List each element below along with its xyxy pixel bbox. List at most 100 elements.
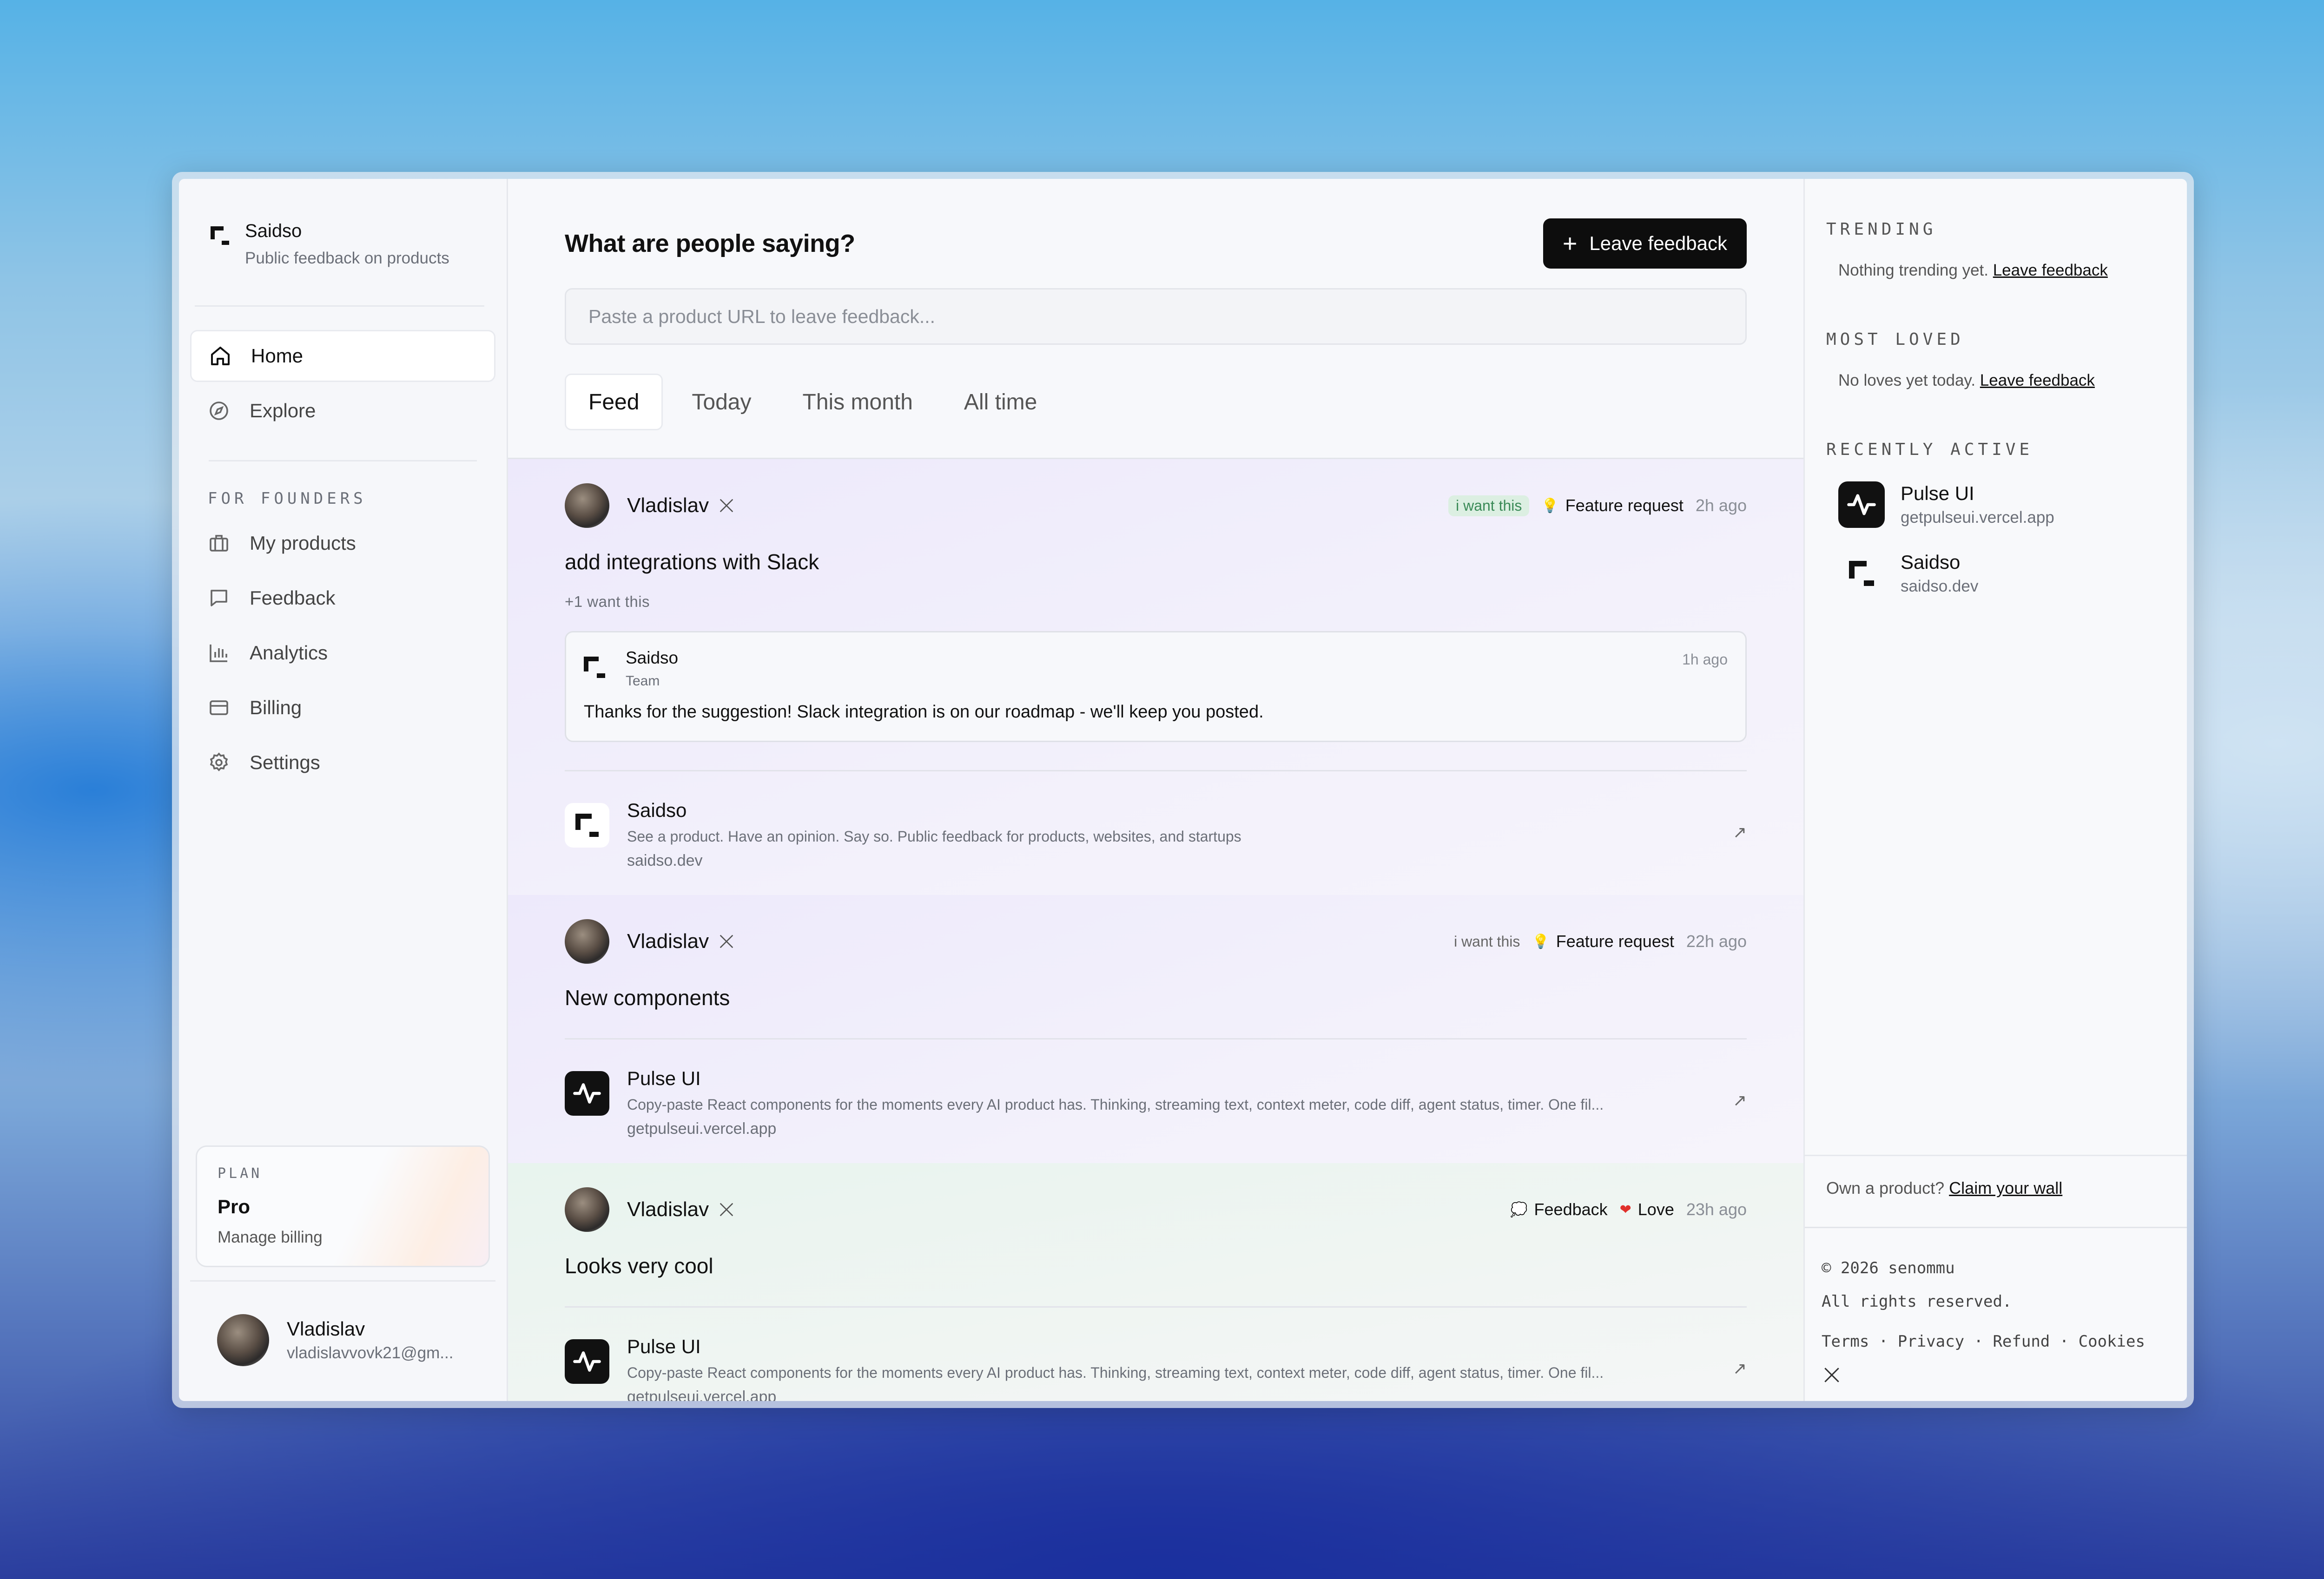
product-logo	[1838, 550, 1885, 597]
product-description: Copy-paste React components for the mome…	[627, 1096, 1604, 1113]
nav-item-explore[interactable]: Explore	[190, 385, 495, 437]
saidso-logo-icon	[584, 657, 605, 678]
recent-product-url: getpulseui.vercel.app	[1901, 508, 2054, 526]
leave-feedback-button[interactable]: + Leave feedback	[1543, 218, 1747, 269]
claim-text: Own a product?	[1826, 1178, 1945, 1197]
manage-billing-link[interactable]: Manage billing	[218, 1228, 468, 1247]
plan-card[interactable]: PLAN Pro Manage billing	[196, 1145, 490, 1267]
nav-item-home[interactable]: Home	[190, 330, 495, 382]
team-reply: Saidso Team 1h ago Thanks for the sugges…	[565, 631, 1747, 742]
external-arrow-icon[interactable]: ↗	[1733, 1091, 1747, 1110]
post-time: 23h ago	[1686, 1200, 1747, 1219]
pulse-icon	[573, 1083, 601, 1104]
rights-reserved: All rights reserved.	[1822, 1292, 2012, 1311]
trending-empty: Nothing trending yet. Leave feedback	[1838, 261, 2187, 280]
x-logo-icon[interactable]	[1822, 1365, 1842, 1385]
post-time: 22h ago	[1686, 932, 1747, 951]
recent-product[interactable]: Pulse UI getpulseui.vercel.app	[1838, 481, 2187, 528]
sidebar-divider	[209, 460, 477, 461]
nav-item-settings[interactable]: Settings	[190, 737, 495, 789]
post-category: Feature request	[1565, 496, 1684, 515]
x-logo-icon[interactable]	[717, 932, 736, 951]
footer: © 2026 senommu All rights reserved. Term…	[1805, 1227, 2187, 1397]
product-url: getpulseui.vercel.app	[627, 1120, 777, 1138]
plan-label: PLAN	[218, 1165, 263, 1182]
nav-label-explore: Explore	[250, 400, 316, 421]
product-name: Saidso	[627, 799, 687, 821]
user-profile[interactable]: Vladislav vladislavvovk21@gm...	[190, 1280, 495, 1366]
app-window: Saidso Public feedback on products Home …	[172, 172, 2194, 1408]
compass-icon	[210, 401, 228, 420]
nav-item-billing[interactable]: Billing	[190, 682, 495, 734]
founders-section-label: FOR FOUNDERS	[208, 489, 367, 508]
loved-leave-feedback-link[interactable]: Leave feedback	[1980, 371, 2095, 389]
product-logo	[1838, 481, 1885, 528]
post-author[interactable]: Vladislav	[627, 494, 709, 517]
external-arrow-icon[interactable]: ↗	[1733, 822, 1747, 842]
product-name: Pulse UI	[627, 1067, 701, 1089]
avatar	[565, 1187, 609, 1232]
claim-wall-cta: Own a product? Claim your wall	[1805, 1155, 2187, 1198]
want-this-button[interactable]: i want this	[1454, 933, 1520, 950]
most-loved-label: MOST LOVED	[1826, 330, 1964, 349]
tab-this-month[interactable]: This month	[780, 374, 935, 430]
reply-text: Thanks for the suggestion! Slack integra…	[584, 702, 1264, 722]
lightbulb-icon: 💡	[1541, 498, 1559, 513]
leave-feedback-label: Leave feedback	[1589, 232, 1727, 254]
external-arrow-icon[interactable]: ↗	[1733, 1359, 1747, 1378]
feed-post[interactable]: Vladislav i want this 💡 Feature request 2…	[508, 459, 1803, 895]
trending-empty-text: Nothing trending yet.	[1838, 261, 1988, 279]
feed-post[interactable]: Vladislav 💭 Feedback ❤ Love 23h ago Looks …	[508, 1163, 1803, 1401]
post-author[interactable]: Vladislav	[627, 930, 709, 953]
feed-post[interactable]: Vladislav i want this 💡 Feature request 2…	[508, 895, 1803, 1163]
product-link[interactable]: Pulse UI Copy-paste React components for…	[565, 1306, 1747, 1401]
product-description: Copy-paste React components for the mome…	[627, 1364, 1604, 1381]
product-link[interactable]: Saidso See a product. Have an opinion. S…	[565, 770, 1747, 895]
reply-time: 1h ago	[1682, 651, 1728, 668]
trending-label: TRENDING	[1826, 220, 1937, 239]
copyright: © 2026 senommu	[1822, 1259, 1955, 1277]
want-this-chip[interactable]: i want this	[1448, 495, 1530, 516]
loved-empty-text: No loves yet today.	[1838, 371, 1976, 389]
product-link[interactable]: Pulse UI Copy-paste React components for…	[565, 1038, 1747, 1163]
post-text: add integrations with Slack	[565, 550, 819, 574]
brand[interactable]: Saidso Public feedback on products	[195, 179, 484, 307]
brand-name: Saidso	[245, 221, 302, 241]
main-header: What are people saying? + Leave feedback…	[508, 179, 1803, 458]
claim-wall-link[interactable]: Claim your wall	[1949, 1178, 2062, 1197]
avatar	[217, 1314, 269, 1366]
nav-item-feedback[interactable]: Feedback	[190, 572, 495, 624]
post-category: Feature request	[1556, 932, 1674, 951]
page-title: What are people saying?	[565, 230, 855, 257]
x-logo-icon[interactable]	[717, 496, 736, 515]
x-logo-icon[interactable]	[717, 1200, 736, 1219]
saidso-logo-icon	[1849, 561, 1874, 586]
briefcase-icon	[210, 535, 228, 552]
post-text: New components	[565, 986, 730, 1010]
feed-tabs: Feed Today This month All time	[565, 374, 1747, 430]
speech-bubble-icon: 💭	[1510, 1202, 1528, 1217]
lightbulb-icon: 💡	[1532, 934, 1550, 949]
plan-name: Pro	[218, 1196, 251, 1217]
tab-today[interactable]: Today	[669, 374, 773, 430]
tab-all-time[interactable]: All time	[942, 374, 1059, 430]
nav-item-my-products[interactable]: My products	[190, 517, 495, 569]
gear-icon	[210, 752, 228, 771]
trending-leave-feedback-link[interactable]: Leave feedback	[1993, 261, 2108, 279]
post-author[interactable]: Vladislav	[627, 1198, 709, 1221]
pulse-icon	[1847, 494, 1876, 515]
nav-item-analytics[interactable]: Analytics	[190, 627, 495, 679]
product-url: saidso.dev	[627, 852, 703, 869]
message-icon	[211, 590, 227, 606]
product-url-input[interactable]: Paste a product URL to leave feedback...	[565, 288, 1747, 345]
saidso-logo-icon	[211, 226, 229, 245]
main-content: What are people saying? + Leave feedback…	[508, 179, 1805, 1401]
recent-product-name: Saidso	[1901, 551, 1961, 573]
recent-product[interactable]: Saidso saidso.dev	[1838, 550, 2187, 597]
home-icon	[211, 347, 230, 365]
post-reaction: Love	[1637, 1200, 1674, 1219]
loved-empty: No loves yet today. Leave feedback	[1838, 371, 2187, 390]
footer-links[interactable]: Terms · Privacy · Refund · Cookies	[1822, 1325, 2187, 1358]
main-nav: Home Explore	[190, 330, 495, 437]
tab-feed[interactable]: Feed	[565, 374, 663, 430]
